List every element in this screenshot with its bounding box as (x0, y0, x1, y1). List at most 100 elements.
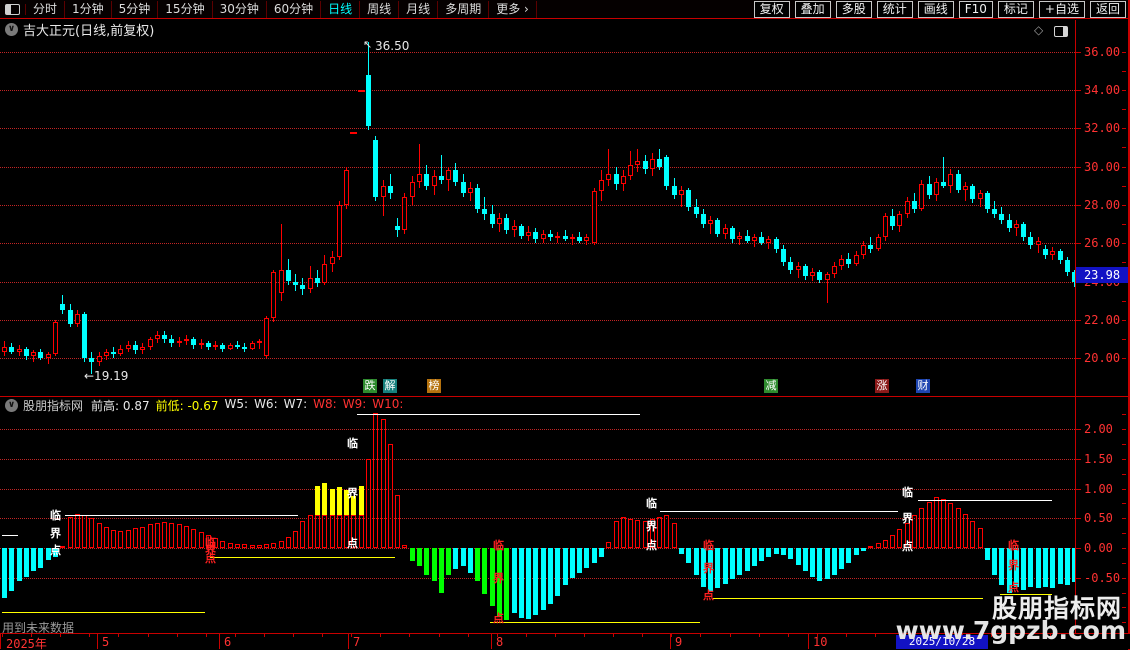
candle-body-up (322, 264, 328, 284)
indicator-bar-cyan (780, 548, 786, 556)
panel-split-icon[interactable] (1054, 26, 1068, 37)
indicator-minor-tick (1122, 592, 1126, 594)
indicator-bar-cyan (773, 548, 779, 554)
period-tab-30分钟[interactable]: 30分钟 (213, 0, 267, 18)
indicator-bar-red (962, 513, 968, 548)
critical-point-label: 点 (205, 552, 216, 565)
indicator-bar-red (103, 526, 109, 548)
indicator-bar-cyan (693, 548, 699, 575)
indicator-chart-panel[interactable]: 临界点临界点临界点临界点临界点临界点临界点临界点 (0, 413, 1075, 633)
window-layout-icon-fill (6, 4, 11, 14)
time-minor-tick (409, 634, 410, 637)
candle-body-up (467, 187, 473, 194)
candle-body-up (198, 342, 204, 345)
label-badge-跌: 跌 (363, 379, 377, 393)
indicator-bar-cyan (817, 548, 823, 581)
time-minor-tick (642, 634, 643, 637)
critical-point-label: 临 (902, 486, 913, 499)
critical-point-label: 点 (646, 539, 657, 552)
candle-body-up (249, 342, 255, 349)
indicator-minor-tick (1122, 562, 1126, 564)
candle-body-down (366, 74, 371, 127)
candle-body-down (191, 338, 197, 345)
toolbar-button-返回[interactable]: 返回 (1089, 0, 1126, 18)
indicator-bar-red (635, 520, 641, 548)
month-label-7: 7 (353, 635, 361, 649)
indicator-bar-red (133, 528, 139, 548)
indicator-bar-cyan (744, 548, 750, 571)
period-tab-周线[interactable]: 周线 (360, 0, 400, 18)
period-tab-5分钟[interactable]: 5分钟 (112, 0, 159, 18)
indicator-bar-red (249, 545, 255, 548)
candle-body-down (504, 218, 510, 230)
indicator-bar-green (446, 548, 452, 575)
candlestick-chart-panel[interactable] (0, 40, 1075, 396)
period-tab-15分钟[interactable]: 15分钟 (158, 0, 213, 18)
indicator-bar-cyan (526, 548, 532, 620)
toolbar-button-统计[interactable]: 统计 (876, 0, 913, 18)
indicator-bar-cyan (460, 548, 466, 566)
indicator-bar-yellow (315, 485, 321, 516)
diamond-icon[interactable]: ◇ (1034, 23, 1043, 37)
layout-toggle-button[interactable] (0, 3, 26, 15)
candle-body-up (526, 231, 532, 236)
indicator-bar-red (307, 515, 313, 548)
candle-body-up (1050, 250, 1056, 255)
time-minor-tick (700, 634, 701, 637)
period-tab-多周期[interactable]: 多周期 (438, 0, 490, 18)
candle-body-down (992, 208, 998, 215)
indicator-tick-label: 1.50 (1084, 451, 1113, 466)
indicator-fields: 前高: 0.87 前低: -0.67 W5: W6: W7: W8: W9: W10… (91, 397, 409, 414)
toolbar-button-叠加[interactable]: 叠加 (794, 0, 831, 18)
candle-body-down (700, 214, 706, 225)
period-tab-60分钟[interactable]: 60分钟 (267, 0, 322, 18)
month-label-6: 6 (224, 635, 232, 649)
candle-body-down (868, 245, 874, 249)
candle-body-down (234, 344, 240, 347)
price-gridline (0, 90, 1075, 91)
indicator-bar-cyan (861, 548, 867, 551)
time-minor-tick (759, 634, 760, 637)
period-tab-分时[interactable]: 分时 (26, 0, 66, 18)
toolbar-button-画线[interactable]: 画线 (917, 0, 954, 18)
critical-point-label: 点 (703, 589, 714, 602)
candle-body-down (82, 314, 88, 359)
indicator-bar-red (373, 413, 379, 548)
period-tab-更多 ›[interactable]: 更多 › (489, 0, 537, 18)
price-tick-label: 26.00 (1084, 236, 1121, 251)
period-tab-日线[interactable]: 日线 (321, 0, 361, 18)
indicator-bar-red (154, 523, 160, 548)
indicator-bar-cyan (598, 548, 604, 557)
indicator-bar-cyan (722, 548, 728, 584)
critical-point-label: 界 (50, 527, 61, 540)
period-tab-月线[interactable]: 月线 (399, 0, 439, 18)
support-line (210, 556, 395, 558)
critical-point-label: 界 (703, 562, 714, 575)
indicator-bar-red (315, 515, 321, 548)
indicator-bar-cyan (730, 548, 735, 579)
chevron-down-icon[interactable]: ∨ (5, 23, 18, 36)
price-tick-label: 36.00 (1084, 44, 1121, 59)
toolbar-button-复权[interactable]: 复权 (753, 0, 790, 18)
candle-body-up (264, 317, 270, 357)
toolbar-button-标记[interactable]: 标记 (997, 0, 1034, 18)
toolbar-button-+自选[interactable]: +自选 (1038, 0, 1085, 18)
candle-body-up (416, 174, 422, 182)
month-label-9: 9 (675, 635, 683, 649)
candle-body-up (977, 193, 983, 200)
indicator-bar-red (184, 526, 189, 548)
toolbar-button-F10[interactable]: F10 (958, 0, 993, 18)
indicator-chevron-down-icon[interactable]: ∨ (5, 398, 18, 412)
price-tick-label: 30.00 (1084, 159, 1121, 174)
candle-body-down (1006, 220, 1012, 228)
month-label-8: 8 (496, 635, 504, 649)
critical-point-label: 临 (493, 539, 504, 552)
chart-title-bar: ∨ 吉大正元(日线,前复权) (0, 19, 1075, 40)
indicator-bar-cyan (751, 548, 757, 566)
period-tab-1分钟[interactable]: 1分钟 (65, 0, 112, 18)
toolbar-button-多股[interactable]: 多股 (835, 0, 872, 18)
candle-body-up (409, 181, 415, 198)
indicator-bar-red (628, 519, 634, 548)
candle-body-up (45, 354, 51, 359)
indicator-gridline (0, 458, 1075, 460)
